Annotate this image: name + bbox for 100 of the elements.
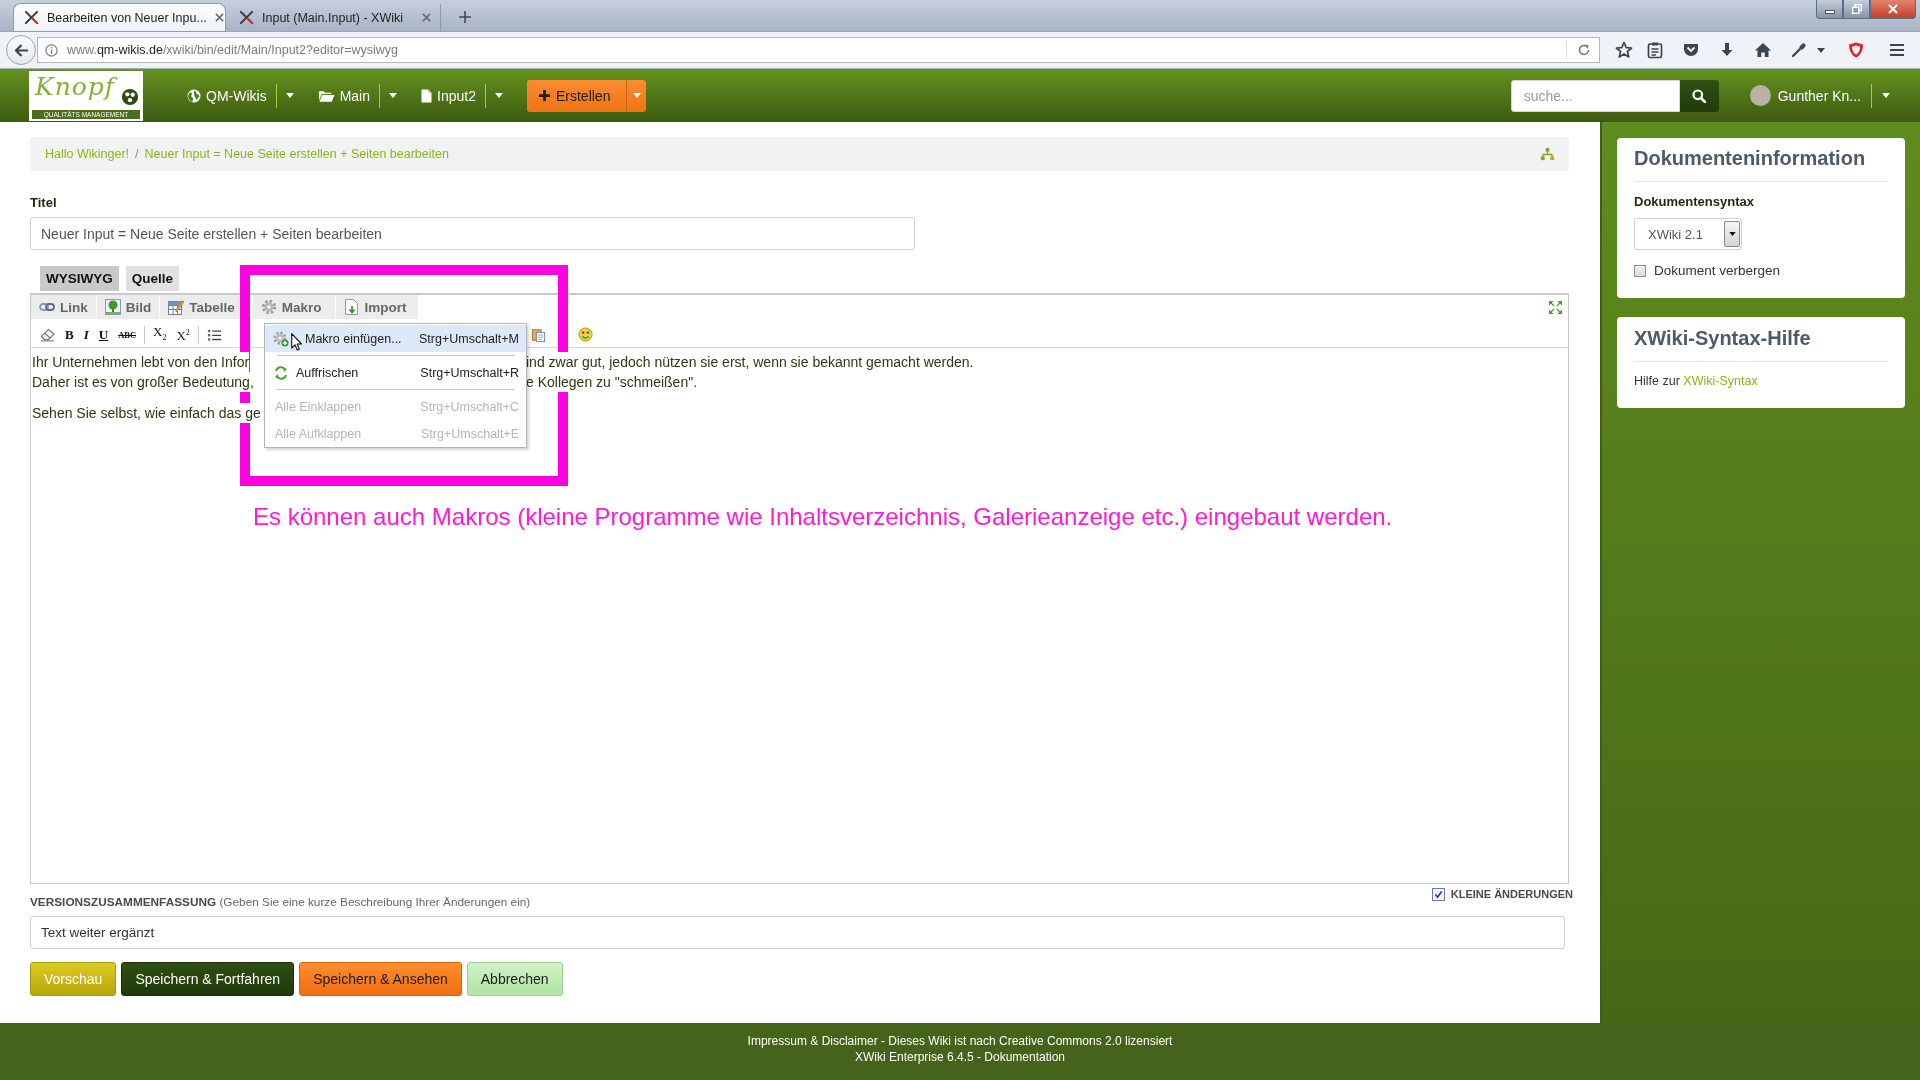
title-field[interactable]: Neuer Input = Neue Seite erstellen + Seiten bearbeiten [30, 217, 915, 250]
caret-icon [1728, 232, 1736, 236]
globe-icon [187, 88, 201, 103]
gear-plus-icon [273, 330, 289, 347]
keyboard-shortcut: Strg+Umschalt+C [420, 399, 519, 414]
avatar-placeholder [1749, 85, 1771, 106]
bulleted-list-icon[interactable] [206, 327, 222, 342]
menu-item[interactable]: Makro einfügen... Strg+Umschalt+M [265, 325, 526, 352]
toolbar-button[interactable]: Makro [252, 295, 335, 319]
refresh-icon [273, 364, 289, 381]
strikethrough-button[interactable]: ABC [113, 326, 142, 343]
title-label: Titel [30, 194, 58, 211]
info-icon [45, 43, 58, 57]
editor-tab[interactable]: Quelle [125, 266, 179, 291]
tree-picture-icon [104, 299, 121, 315]
window-close-button[interactable] [1870, 0, 1916, 19]
help-text: Hilfe zur XWiki-Syntax [1634, 373, 1759, 389]
subscript-button[interactable]: X$_{2}$ [148, 323, 172, 346]
hierarchy-icon[interactable] [1540, 146, 1555, 162]
editor-text: Ihr Unternehmen lebt von den Infor [32, 352, 250, 372]
plus-icon [538, 90, 550, 101]
toolbar-button[interactable]: Tabelle [160, 295, 243, 319]
editor-text: ind zwar gut, jedoch nützen sie erst, wenn sie bekannt gemacht werden. [526, 352, 974, 372]
smiley-icon[interactable] [578, 327, 593, 342]
checkbox[interactable] [1634, 264, 1646, 277]
checkbox[interactable] [1431, 888, 1445, 901]
chain-link-icon [39, 302, 55, 312]
logo-wordmark: Knopf [35, 70, 116, 103]
syntax-label: Dokumentensyntax [1634, 194, 1755, 210]
menu-item[interactable]: Auffrischen Strg+Umschalt+R [265, 359, 526, 386]
caret-icon[interactable] [389, 93, 397, 98]
bold-button[interactable]: B [60, 326, 79, 343]
menu-icon[interactable] [1888, 41, 1906, 59]
browser-tab[interactable]: Bearbeiten von Neuer Inpu... [14, 4, 225, 31]
close-icon[interactable] [422, 13, 431, 22]
eraser-icon[interactable] [40, 327, 55, 342]
menu-item: Alle Aufklappen Strg+Umschalt+E [274, 425, 520, 443]
version-summary-label: VERSIONSZUSAMMENFASSUNG (Geben Sie eine kurze Beschreibung Ihrer Änderungen ein) [30, 896, 531, 909]
action-button[interactable]: Speichern & Fortfahren [121, 962, 295, 996]
minimize-icon [1824, 9, 1835, 14]
ball-icon [121, 87, 139, 106]
summary-field[interactable]: Text weiter ergänzt [30, 916, 1565, 949]
close-icon[interactable] [214, 13, 224, 22]
clipboard-icon[interactable] [531, 327, 546, 342]
action-button[interactable]: Abbrechen [466, 962, 563, 996]
reload-icon[interactable] [1577, 43, 1591, 57]
nav-menu-link[interactable]: Input2 [421, 87, 476, 104]
x-favicon-icon [239, 10, 254, 25]
editor-tab[interactable]: WYSIWYG [40, 266, 119, 291]
caret-icon[interactable] [1817, 47, 1825, 53]
toolbar-button[interactable]: Link [31, 295, 96, 319]
search-field[interactable]: suche... [1510, 79, 1680, 112]
back-arrow-icon [13, 43, 29, 57]
underline-button[interactable]: U [93, 326, 114, 343]
create-button[interactable]: Erstellen [526, 79, 627, 112]
create-menu-button[interactable] [626, 79, 647, 112]
caret-icon[interactable] [494, 93, 503, 98]
minimize-button[interactable] [1816, 0, 1843, 19]
clipboard-icon[interactable] [1646, 41, 1664, 59]
file-icon [421, 88, 432, 103]
keyboard-shortcut: Strg+Umschalt+R [420, 365, 519, 380]
nav-menu-link[interactable]: QM-Wikis [187, 87, 267, 104]
dropdown-arrow-button[interactable] [1724, 221, 1740, 247]
editor-text: e Kollegen zu "schmeißen". [526, 372, 698, 392]
card-title: XWiki-Syntax-Hilfe [1634, 326, 1812, 350]
nav-menu-link[interactable]: Main [317, 87, 370, 104]
new-tab-icon[interactable] [459, 11, 471, 23]
back-button[interactable] [6, 35, 36, 65]
toolbar-button[interactable]: Import [335, 295, 418, 319]
editor-text: Sehen Sie selbst, wie einfach das ge [32, 403, 261, 423]
footer-text: Impressum & Disclaimer - Dieses Wiki ist nach Creative Commons 2.0 lizensiert [747, 1033, 1173, 1049]
restore-button[interactable] [1843, 0, 1870, 19]
footer-text: XWiki Enterprise 6.4.5 - Dokumentation [854, 1049, 1066, 1065]
chevron-badge-icon[interactable] [1682, 41, 1700, 59]
home-icon[interactable] [1754, 41, 1772, 59]
expand-icon[interactable] [1548, 300, 1563, 315]
italic-button[interactable]: I [78, 326, 94, 343]
gear-icon [260, 299, 277, 315]
card-title: Dokumenteninformation [1634, 146, 1867, 170]
shield-icon[interactable] [1847, 41, 1865, 59]
annotation-text: Es können auch Makros (kleine Programme wie Inhaltsverzeichnis, Galerieanzeige etc.) eingebaut werden. [253, 503, 1393, 531]
user-menu-link[interactable]: Gunther Kn... [1777, 87, 1861, 104]
star-icon[interactable] [1615, 41, 1633, 59]
document-arrow-icon [343, 299, 360, 315]
action-button[interactable]: Speichern & Ansehen [299, 962, 462, 996]
search-button[interactable] [1679, 79, 1719, 112]
address-field[interactable]: www.qm-wikis.de/xwiki/bin/edit/Main/Input2?editor=wysiwyg [37, 37, 1600, 63]
keyboard-shortcut: Strg+Umschalt+M [418, 331, 519, 346]
toolbar-button[interactable]: Bild [96, 295, 160, 319]
close-icon [1888, 4, 1898, 14]
caret-icon[interactable] [285, 93, 294, 98]
syntax-select[interactable]: XWiki 2.1 [1634, 218, 1742, 250]
caret-icon[interactable] [1882, 93, 1890, 98]
minor-edit-label: KLEINE ÄNDERUNGEN [1450, 888, 1573, 901]
keyboard-shortcut: Strg+Umschalt+E [421, 426, 519, 441]
restore-icon [1851, 4, 1862, 14]
folder-icon [317, 88, 335, 103]
superscript-button[interactable]: X$^{2}$ [171, 324, 195, 345]
eyedropper-icon[interactable] [1790, 41, 1808, 59]
hide-document-label: Dokument verbergen [1654, 263, 1781, 278]
